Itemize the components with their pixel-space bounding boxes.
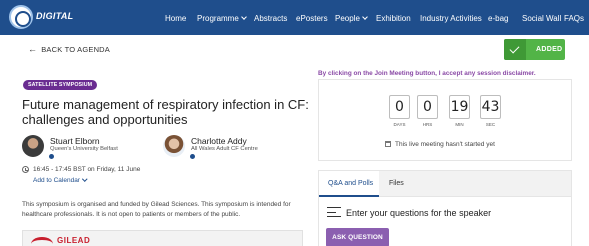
question-prompt: Enter your questions for the speaker	[346, 208, 492, 218]
logo-icon	[9, 5, 33, 29]
nav-exhibition-label: Exhibition	[376, 14, 411, 23]
tab-qa-polls[interactable]: Q&A and Polls	[328, 180, 373, 187]
clock-icon	[22, 166, 29, 173]
session-title: Future management of respiratory infecti…	[22, 97, 309, 127]
nav-people[interactable]: People	[335, 14, 368, 23]
added-button[interactable]: ADDED	[504, 39, 565, 60]
speaker-name[interactable]: Stuart Elborn	[50, 136, 100, 146]
speaker-affiliation: Queen's University Belfast	[50, 146, 118, 152]
check-icon	[509, 43, 520, 54]
added-button-label: ADDED	[536, 46, 563, 53]
countdown-hours-label: HRS	[422, 122, 433, 127]
nav-programme-label: Programme	[197, 14, 239, 23]
add-to-calendar-label: Add to Calendar	[33, 177, 80, 184]
check-icon-box	[504, 39, 526, 60]
countdown-card: 0 DAYS 0 HRS 19 MIN 43 SEC This live mee…	[318, 79, 572, 161]
speaker-affiliation: All Wales Adult CF Centre	[191, 146, 258, 152]
arrow-left-icon: ←	[28, 44, 38, 54]
menu-lines-icon	[327, 207, 341, 218]
speaker-avatar[interactable]	[22, 135, 44, 157]
countdown-minutes: 19	[449, 95, 470, 119]
countdown-minutes-label: MIN	[455, 122, 464, 127]
nav-abstracts[interactable]: Abstracts	[254, 14, 287, 23]
nav-eposters-label: ePosters	[296, 14, 328, 23]
gilead-logo-icon	[31, 237, 53, 246]
tab-files[interactable]: Files	[389, 180, 404, 187]
countdown-seconds: 43	[480, 95, 501, 119]
session-type-badge: SATELLITE SYMPOSIUM	[23, 80, 98, 90]
top-navigation-bar: DIGITAL Home Programme Abstracts ePoster…	[0, 0, 589, 35]
nav-faqs[interactable]: FAQs	[564, 14, 584, 23]
ask-question-button[interactable]: ASK QUESTION	[326, 228, 389, 246]
chevron-down-icon	[82, 176, 88, 182]
speaker-avatar[interactable]	[163, 135, 185, 157]
session-description: This symposium is organised and funded b…	[22, 201, 291, 218]
nav-home[interactable]: Home	[165, 14, 186, 23]
nav-social-wall-label: Social Wall	[522, 14, 562, 23]
countdown-days: 0	[389, 95, 410, 119]
back-to-agenda-link[interactable]: ← BACK TO AGENDA	[28, 44, 110, 54]
nav-people-label: People	[335, 14, 360, 23]
sponsor-banner: GILEAD	[22, 230, 303, 246]
speaker-name[interactable]: Charlotte Addy	[191, 136, 247, 146]
nav-faqs-label: FAQs	[564, 14, 585, 23]
countdown-days-label: DAYS	[393, 122, 406, 127]
active-tab-indicator	[319, 195, 379, 197]
logo-text: DIGITAL	[36, 11, 74, 21]
join-disclaimer: By clicking on the Join Meeting button, …	[318, 70, 536, 77]
nav-programme[interactable]: Programme	[197, 14, 247, 23]
chevron-down-icon	[362, 14, 368, 20]
nav-eposters[interactable]: ePosters	[296, 14, 328, 23]
countdown-seconds-label: SEC	[485, 122, 496, 127]
add-to-calendar-link[interactable]: Add to Calendar	[33, 176, 88, 184]
nav-ebag[interactable]: e-bag	[488, 14, 508, 23]
countdown-hours: 0	[417, 95, 438, 119]
nav-industry-activities-label: Industry Activities	[420, 14, 482, 23]
speaker-status-dot	[190, 154, 195, 159]
sponsor-brand: GILEAD	[57, 236, 91, 245]
nav-abstracts-label: Abstracts	[254, 14, 288, 23]
site-logo[interactable]: DIGITAL	[9, 5, 73, 29]
nav-ebag-label: e-bag	[488, 14, 509, 23]
panel-tabs: Q&A and Polls Files	[319, 171, 571, 197]
live-status-text: This live meeting hasn't started yet	[395, 141, 495, 148]
calendar-icon	[385, 141, 391, 147]
nav-exhibition[interactable]: Exhibition	[376, 14, 411, 23]
qa-panel: Q&A and Polls Files Enter your questions…	[318, 170, 572, 246]
nav-social-wall[interactable]: Social Wall	[522, 14, 561, 23]
session-time: 16:45 - 17:45 BST on Friday, 11 June	[33, 166, 141, 173]
chevron-down-icon	[240, 14, 247, 20]
nav-home-label: Home	[165, 14, 187, 23]
speaker-status-dot	[49, 154, 54, 159]
nav-industry-activities[interactable]: Industry Activities	[420, 14, 482, 23]
back-to-agenda-label: BACK TO AGENDA	[41, 45, 110, 54]
